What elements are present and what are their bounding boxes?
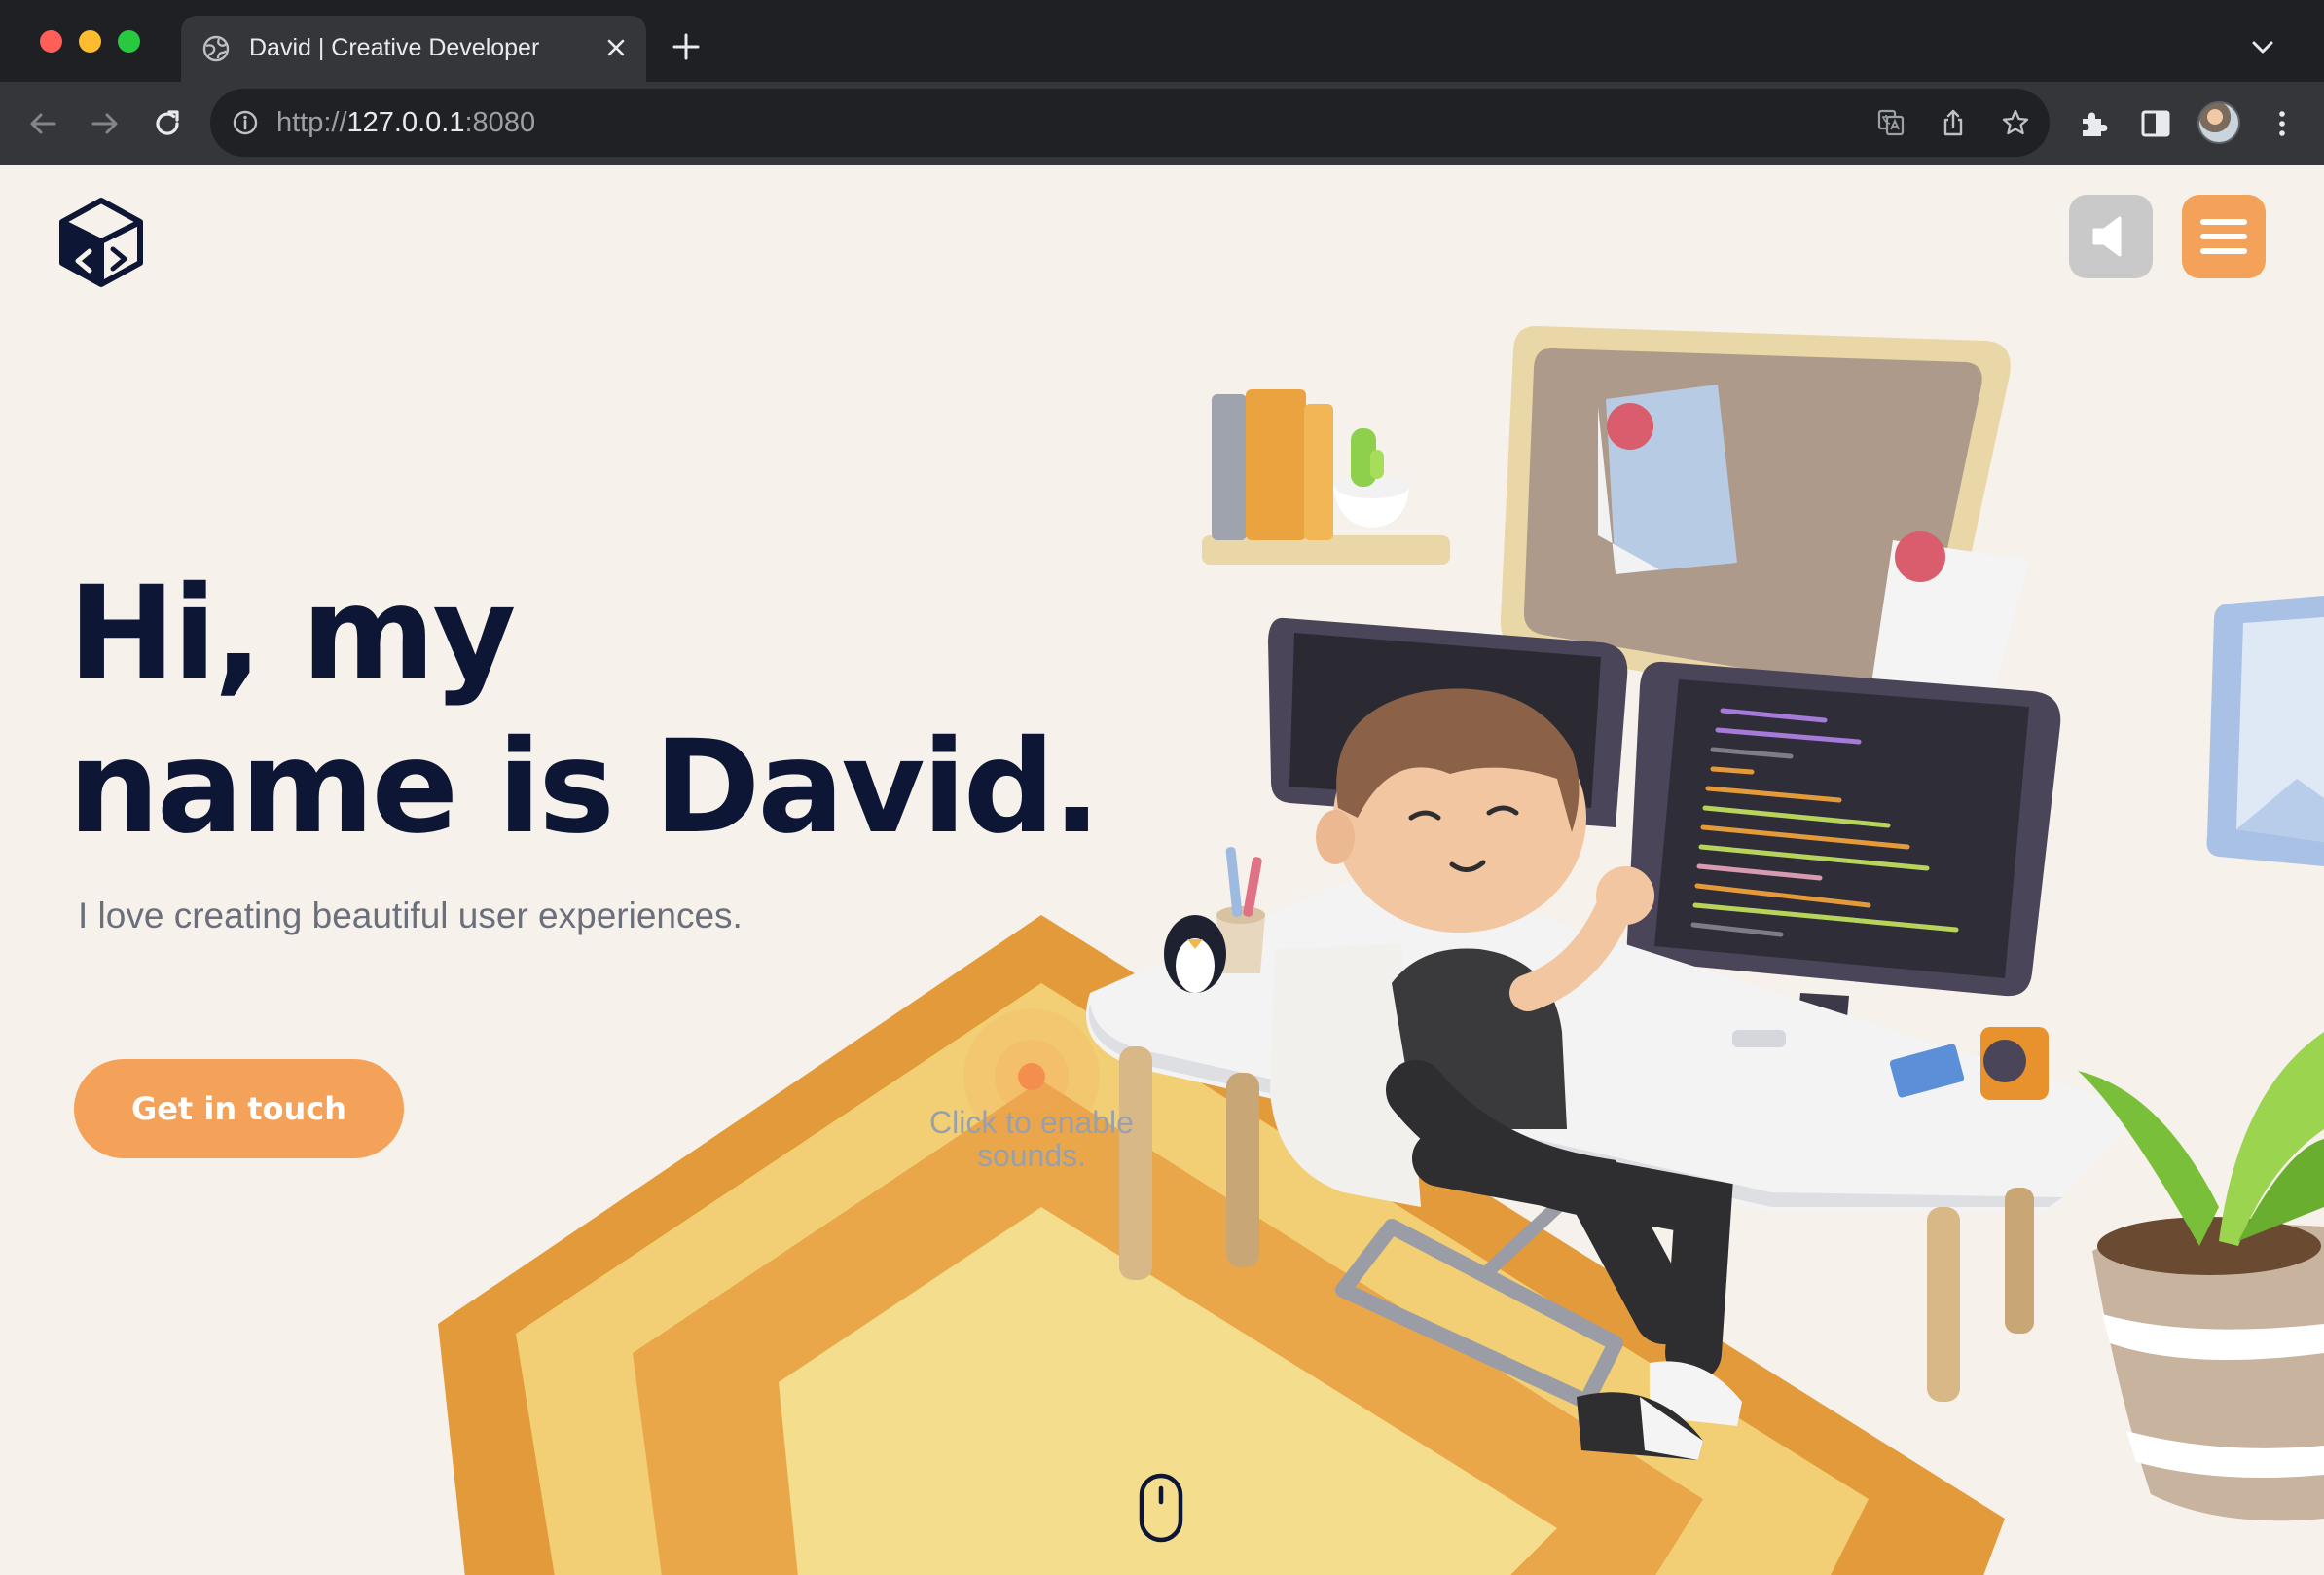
wall-shelf (1202, 389, 1450, 565)
hero-heading: Hi, my name is David. (68, 557, 1101, 864)
active-tab[interactable]: David | Creative Developer (181, 16, 646, 82)
browser-window: David | Creative Developer http://127.0.… (0, 0, 2324, 1575)
hamburger-icon (2200, 219, 2247, 254)
enable-sounds-line-1: Click to enable (929, 1105, 1134, 1140)
reload-icon[interactable] (148, 104, 187, 143)
url-text[interactable]: http://127.0.0.1:8080 (276, 107, 535, 139)
chevron-down-icon[interactable] (2250, 37, 2275, 56)
new-tab-icon[interactable] (672, 32, 701, 61)
address-bar[interactable]: http://127.0.0.1:8080 (210, 89, 2050, 157)
tab-strip: David | Creative Developer (0, 0, 2324, 82)
potted-plant (2078, 1032, 2324, 1521)
globe-icon (202, 35, 230, 62)
enable-sounds-line-2: sounds. (976, 1138, 1087, 1173)
pulse-dot (1018, 1063, 1045, 1090)
sidebar-toggle-icon[interactable] (2139, 107, 2172, 140)
mouse-scroll-icon (1139, 1473, 1183, 1543)
bookmark-star-icon[interactable] (2001, 108, 2030, 137)
minimize-window-button[interactable] (79, 30, 101, 53)
cube-code-logo[interactable] (54, 195, 148, 288)
hero-heading-line-2: name is David. (68, 713, 1101, 862)
forward-arrow-icon[interactable] (86, 104, 125, 143)
close-tab-icon[interactable] (603, 35, 629, 60)
translate-icon[interactable] (1876, 108, 1906, 137)
get-in-touch-button[interactable]: Get in touch (74, 1059, 404, 1158)
hero-heading-line-1: Hi, my (68, 559, 516, 709)
maximize-window-button[interactable] (118, 30, 140, 53)
menu-button[interactable] (2182, 195, 2266, 278)
more-options-icon[interactable] (2266, 107, 2299, 140)
info-icon[interactable] (232, 109, 259, 136)
speaker-icon (2092, 216, 2122, 257)
tab-title: David | Creative Developer (249, 34, 540, 61)
back-arrow-icon[interactable] (23, 104, 62, 143)
hero-subtitle: I love creating beautiful user experienc… (78, 896, 743, 935)
portfolio-page: Hi, my name is David. I love creating be… (0, 165, 2324, 1575)
close-window-button[interactable] (40, 30, 62, 53)
extensions-puzzle-icon[interactable] (2077, 107, 2110, 140)
browser-toolbar: http://127.0.0.1:8080 (0, 82, 2324, 165)
enable-sounds-text: Click to enable sounds. (905, 1106, 1158, 1172)
picture-frame (2206, 596, 2324, 866)
share-icon[interactable] (1939, 108, 1968, 137)
profile-avatar[interactable] (2197, 101, 2240, 144)
sound-toggle-button[interactable] (2069, 195, 2153, 278)
